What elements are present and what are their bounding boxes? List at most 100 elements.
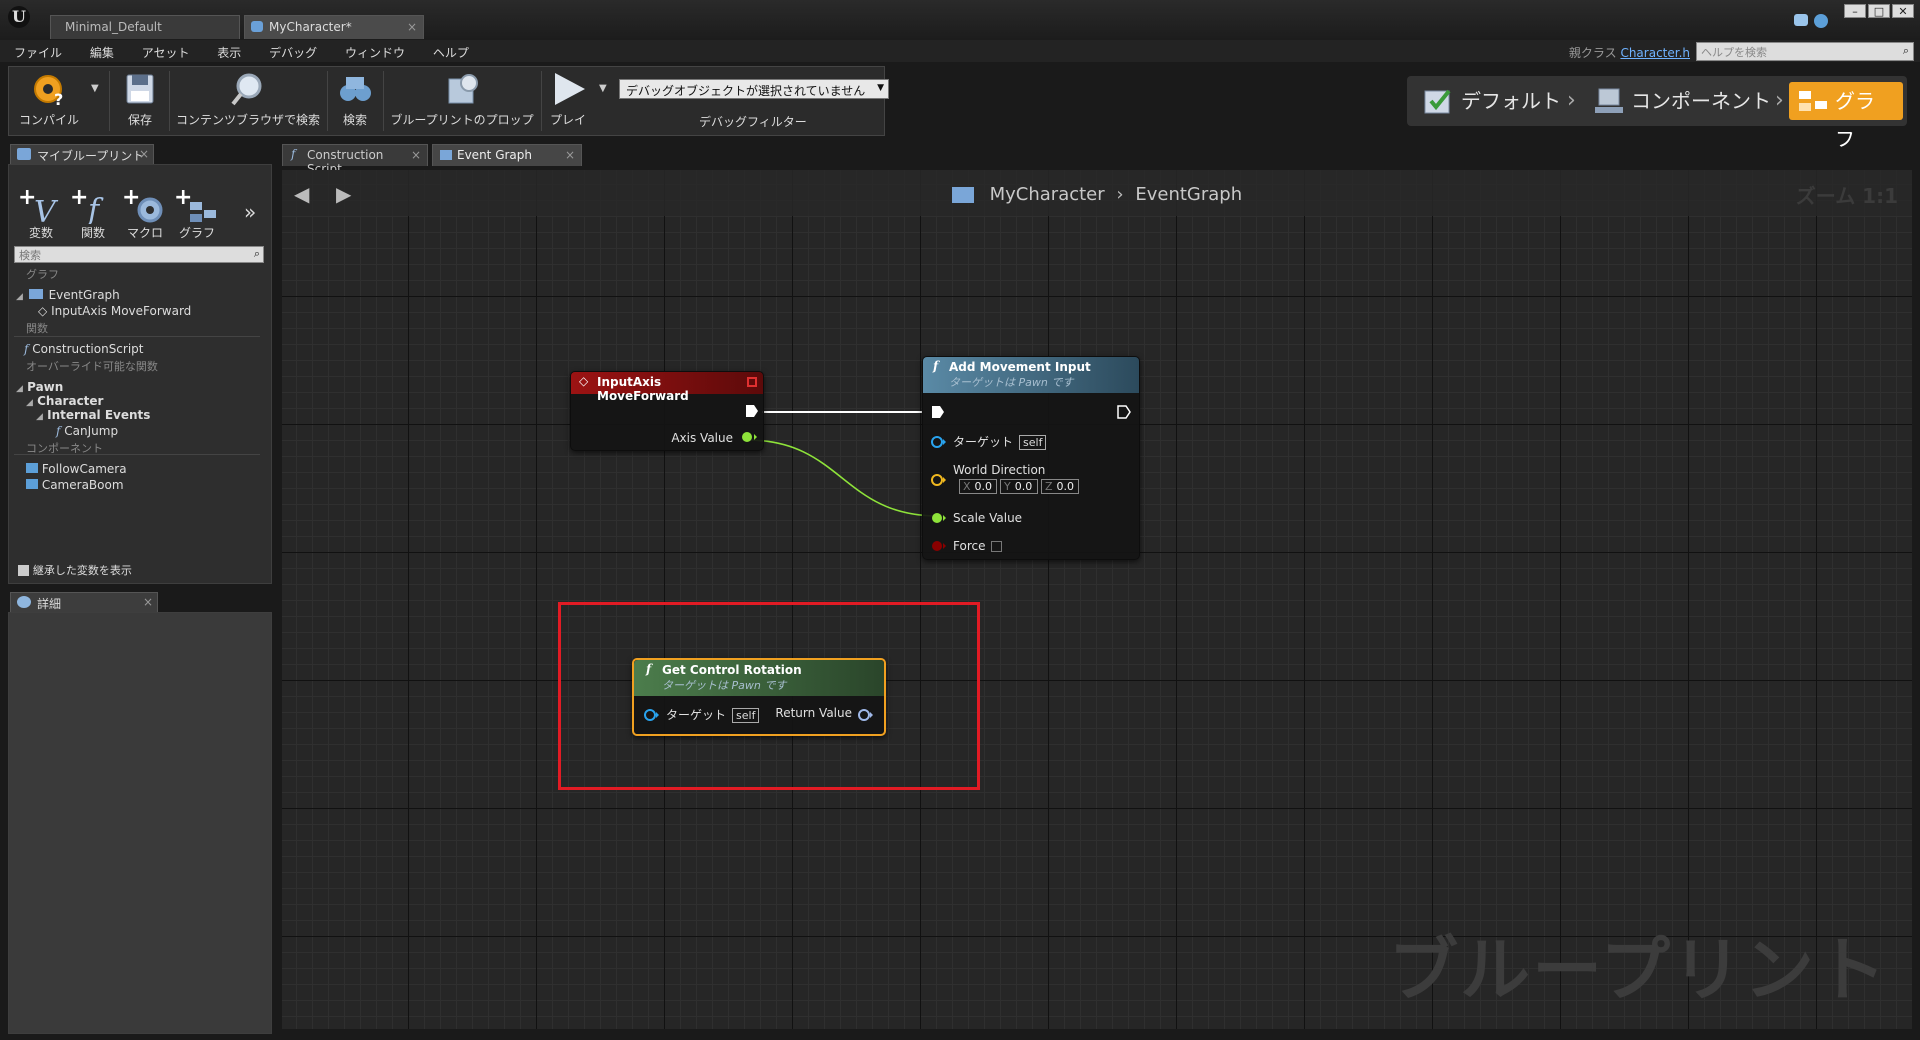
browse-button[interactable]: コンテンツブラウザで検索 xyxy=(173,71,323,133)
menu-help[interactable]: ヘルプ xyxy=(419,40,479,61)
world-direction-pin[interactable] xyxy=(931,473,947,487)
mode-default[interactable]: デフォルト xyxy=(1415,82,1565,120)
minimize-button[interactable]: – xyxy=(1844,4,1866,18)
chat-icon[interactable] xyxy=(1794,14,1808,26)
save-disk-icon xyxy=(121,71,159,107)
vector-z-input[interactable]: Z 0.0 xyxy=(1041,479,1079,494)
function-icon: f xyxy=(291,147,296,161)
doc-tab-minimal-default[interactable]: Minimal_Default xyxy=(50,15,240,39)
mode-components[interactable]: コンポーネント xyxy=(1585,82,1785,120)
class-defaults-label: ブループリントのプロップ xyxy=(390,113,534,127)
menu-file[interactable]: ファイル xyxy=(0,40,72,61)
close-icon[interactable]: × xyxy=(565,148,575,162)
components-icon xyxy=(1593,87,1625,115)
add-graph-button[interactable]: + グラフ xyxy=(172,184,222,240)
play-button[interactable]: プレイ xyxy=(543,71,593,133)
add-macro-button[interactable]: + マクロ xyxy=(120,184,170,240)
debug-object-select[interactable]: デバッグオブジェクトが選択されていません ▼ xyxy=(619,79,889,99)
title-bar: U Minimal_Default MyCharacter* × – □ ✕ xyxy=(0,0,1920,40)
sync-icon[interactable] xyxy=(1814,14,1828,28)
close-icon[interactable]: × xyxy=(139,147,149,161)
input-axis-label: InputAxis MoveForward xyxy=(51,304,192,318)
delegate-pin-icon[interactable] xyxy=(747,377,757,387)
tab-my-blueprint[interactable]: マイブループリント × xyxy=(10,144,154,164)
tree-item-internal-events[interactable]: ◢ Internal Events xyxy=(36,408,150,422)
axis-value-pin[interactable] xyxy=(741,430,759,444)
chevron-right-icon: › xyxy=(1775,88,1784,113)
camera-boom-label: CameraBoom xyxy=(41,478,124,492)
node-input-axis-move-forward[interactable]: ◇ InputAxis MoveForward Axis Value xyxy=(570,371,764,451)
tab-construction-script[interactable]: f Construction Script × xyxy=(282,144,428,176)
node-add-movement-input[interactable]: f Add Movement Input ターゲットは Pawn です ターゲッ… xyxy=(922,356,1140,560)
chevron-right-icon: › xyxy=(1567,88,1576,113)
close-icon[interactable]: × xyxy=(143,595,153,609)
add-variable-button[interactable]: + V 変数 xyxy=(16,184,66,240)
close-icon[interactable]: × xyxy=(411,148,421,162)
vector-y-input[interactable]: Y 0.0 xyxy=(1000,479,1038,494)
mode-graph-label: グラフ xyxy=(1835,89,1875,151)
details-icon xyxy=(17,596,31,608)
find-button[interactable]: 検索 xyxy=(331,71,379,133)
force-checkbox[interactable] xyxy=(991,541,1003,552)
tab-details[interactable]: 詳細 × xyxy=(10,592,158,612)
close-icon[interactable]: × xyxy=(407,20,417,34)
browse-label: コンテンツブラウザで検索 xyxy=(175,113,320,127)
my-blueprint-search-input[interactable]: 検索 ⌕ xyxy=(14,246,264,263)
tree-item-input-axis[interactable]: ◇ InputAxis MoveForward xyxy=(38,304,191,318)
add-function-button[interactable]: + f 関数 xyxy=(68,184,118,240)
menu-edit[interactable]: 編集 xyxy=(76,40,124,61)
unreal-logo-icon[interactable]: U xyxy=(8,6,30,28)
vector-x-input[interactable]: X 0.0 xyxy=(959,479,997,494)
y-label: Y xyxy=(1004,480,1011,493)
close-window-button[interactable]: ✕ xyxy=(1892,4,1914,18)
can-jump-label: CanJump xyxy=(64,424,119,438)
parent-class-link[interactable]: Character.h xyxy=(1620,46,1690,60)
highlight-box xyxy=(558,602,980,790)
svg-text:+: + xyxy=(122,185,140,210)
graph-canvas[interactable]: ◀ ▶ MyCharacter › EventGraph ズーム 1:1 ◇ I… xyxy=(282,170,1912,1029)
tab-details-label: 詳細 xyxy=(37,597,62,611)
help-search-input[interactable]: ヘルプを検索 ⌕ xyxy=(1696,42,1914,61)
exec-out-pin[interactable] xyxy=(745,404,759,418)
world-direction-inputs: X 0.0 Y 0.0 Z 0.0 xyxy=(959,479,1079,494)
menu-window[interactable]: ウィンドウ xyxy=(331,40,415,61)
menu-asset[interactable]: アセット xyxy=(128,40,200,61)
details-panel xyxy=(8,612,272,1034)
force-pin[interactable] xyxy=(931,539,947,553)
tree-item-construction-script[interactable]: f ConstructionScript xyxy=(24,342,144,356)
exec-in-pin[interactable] xyxy=(931,405,945,419)
function-icon: f xyxy=(933,359,939,373)
scale-value-label: Scale Value xyxy=(953,511,1023,525)
doc-tab-mycharacter[interactable]: MyCharacter* × xyxy=(244,15,424,39)
more-chevron-icon[interactable]: » xyxy=(244,200,256,224)
mode-graph[interactable]: グラフ xyxy=(1789,82,1903,151)
compile-options-chevron-icon[interactable]: ▼ xyxy=(91,83,99,94)
y-value: 0.0 xyxy=(1014,480,1033,493)
show-inherited-checkbox[interactable]: 継承した変数を表示 xyxy=(18,562,132,578)
play-options-chevron-icon[interactable]: ▼ xyxy=(599,83,607,94)
menu-view[interactable]: 表示 xyxy=(203,40,251,61)
svg-text:?: ? xyxy=(54,90,63,107)
target-pin[interactable] xyxy=(931,435,947,449)
doc-tab-label: Minimal_Default xyxy=(65,20,162,34)
save-button[interactable]: 保存 xyxy=(115,71,165,133)
tree-item-character[interactable]: ◢ Character xyxy=(26,394,103,408)
tree-item-pawn[interactable]: ◢ Pawn xyxy=(16,380,63,394)
tree-item-event-graph[interactable]: ◢ EventGraph xyxy=(16,288,120,302)
graph-icon xyxy=(1797,87,1829,115)
exec-out-pin[interactable] xyxy=(1117,405,1131,419)
scale-value-pin[interactable] xyxy=(931,511,947,525)
mode-components-label: コンポーネント xyxy=(1631,89,1771,113)
help-search-placeholder: ヘルプを検索 xyxy=(1701,46,1767,59)
tab-event-graph[interactable]: Event Graph × xyxy=(432,144,582,166)
maximize-button[interactable]: □ xyxy=(1868,4,1890,18)
class-defaults-button[interactable]: ブループリントのプロップ xyxy=(387,71,537,133)
menu-debug[interactable]: デバッグ xyxy=(255,40,327,61)
tree-item-can-jump[interactable]: f CanJump xyxy=(56,424,118,438)
pawn-label: Pawn xyxy=(27,380,64,394)
tree-item-camera-boom[interactable]: CameraBoom xyxy=(26,478,124,492)
tree-item-follow-camera[interactable]: FollowCamera xyxy=(26,462,127,476)
category-overridable: オーバーライド可能な関数 xyxy=(26,360,158,373)
compile-button[interactable]: ? コンパイル xyxy=(13,71,85,133)
save-label: 保存 xyxy=(127,113,152,127)
